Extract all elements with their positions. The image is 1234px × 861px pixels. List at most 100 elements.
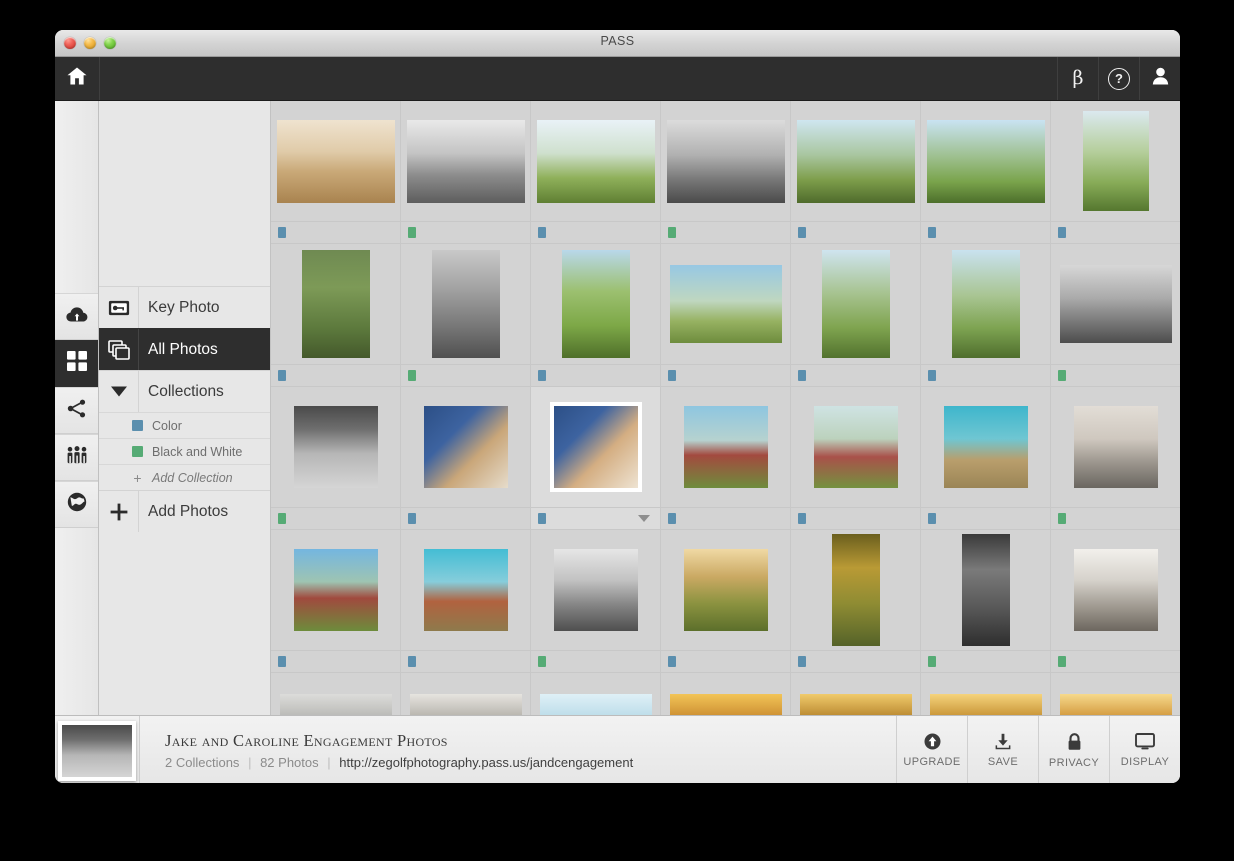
tag-black-and-white[interactable] [408, 227, 416, 238]
photo-cell[interactable] [271, 387, 401, 530]
photo-thumbnail[interactable] [943, 406, 1028, 488]
photo-cell[interactable] [531, 387, 661, 530]
privacy-button[interactable]: PRIVACY [1038, 716, 1109, 783]
collection-item-color[interactable]: Color [99, 412, 270, 438]
photo-cell[interactable] [1051, 244, 1180, 387]
photo-cell[interactable] [1051, 101, 1180, 244]
account-button[interactable] [1139, 57, 1180, 100]
gallery-thumbnail-wrap[interactable] [55, 716, 140, 783]
photo-cell[interactable] [271, 673, 401, 715]
tag-color[interactable] [278, 656, 286, 667]
rail-web-button[interactable] [55, 481, 98, 528]
photo-cell[interactable] [401, 673, 531, 715]
tag-color[interactable] [668, 513, 676, 524]
photo-thumbnail[interactable] [683, 549, 768, 631]
photo-thumbnail[interactable] [423, 406, 508, 488]
photo-cell[interactable] [401, 387, 531, 530]
tag-color[interactable] [668, 656, 676, 667]
rail-share-button[interactable] [55, 387, 98, 434]
photo-thumbnail[interactable] [813, 406, 898, 488]
photo-thumbnail[interactable] [669, 265, 782, 343]
photo-thumbnail[interactable] [293, 406, 378, 488]
upgrade-button[interactable]: UPGRADE [896, 716, 967, 783]
photo-cell[interactable] [921, 387, 1051, 530]
rail-grid-button[interactable] [55, 340, 98, 387]
tag-black-and-white[interactable] [668, 227, 676, 238]
photo-cell[interactable] [921, 244, 1051, 387]
tag-black-and-white[interactable] [1058, 513, 1066, 524]
home-button[interactable] [55, 57, 100, 100]
photo-thumbnail[interactable] [926, 119, 1045, 203]
photo-thumbnail[interactable] [799, 694, 912, 715]
collection-item-bw[interactable]: Black and White [99, 438, 270, 464]
photo-cell[interactable] [921, 101, 1051, 244]
tag-color[interactable] [668, 370, 676, 381]
photo-thumbnail[interactable] [1073, 406, 1158, 488]
photo-thumbnail[interactable] [796, 119, 915, 203]
photo-thumbnail[interactable] [553, 549, 638, 631]
tag-color[interactable] [278, 227, 286, 238]
photo-cell[interactable] [1051, 530, 1180, 673]
photo-cell[interactable] [791, 101, 921, 244]
photo-cell[interactable] [531, 673, 661, 715]
photo-cell[interactable] [1051, 387, 1180, 530]
add-photos-button[interactable]: Add Photos [99, 490, 270, 532]
tag-color[interactable] [798, 227, 806, 238]
photo-thumbnail[interactable] [409, 694, 522, 715]
photo-cell[interactable] [791, 387, 921, 530]
tag-color[interactable] [1058, 227, 1066, 238]
tag-color[interactable] [798, 656, 806, 667]
photo-thumbnail[interactable] [831, 534, 880, 646]
photo-thumbnail[interactable] [423, 549, 508, 631]
photo-thumbnail[interactable] [536, 119, 655, 203]
tag-black-and-white[interactable] [1058, 370, 1066, 381]
photo-cell[interactable] [401, 244, 531, 387]
photo-cell[interactable] [271, 530, 401, 673]
photo-grid-scroll-area[interactable] [271, 101, 1180, 715]
photo-thumbnail[interactable] [1073, 549, 1158, 631]
tag-black-and-white[interactable] [408, 370, 416, 381]
tag-color[interactable] [798, 513, 806, 524]
rail-upload-button[interactable] [55, 293, 98, 340]
tag-color[interactable] [928, 513, 936, 524]
photo-menu-caret-icon[interactable] [638, 515, 650, 522]
display-button[interactable]: DISPLAY [1109, 716, 1180, 783]
photo-cell[interactable] [791, 244, 921, 387]
help-button[interactable]: ? [1098, 57, 1139, 100]
tag-color[interactable] [538, 227, 546, 238]
rail-clients-button[interactable] [55, 434, 98, 481]
photo-cell[interactable] [661, 530, 791, 673]
photo-thumbnail[interactable] [279, 694, 392, 715]
sidebar-item-all-photos[interactable]: All Photos [99, 328, 270, 370]
photo-thumbnail[interactable] [553, 406, 638, 488]
photo-cell[interactable] [661, 101, 791, 244]
beta-button[interactable]: β [1057, 57, 1098, 100]
photo-thumbnail[interactable] [561, 250, 630, 358]
photo-cell[interactable] [401, 530, 531, 673]
photo-thumbnail[interactable] [276, 119, 395, 203]
tag-black-and-white[interactable] [928, 656, 936, 667]
photo-cell[interactable] [661, 387, 791, 530]
photo-thumbnail[interactable] [539, 694, 652, 715]
photo-cell[interactable] [271, 244, 401, 387]
photo-cell[interactable] [271, 101, 401, 244]
photo-cell[interactable] [921, 530, 1051, 673]
photo-cell[interactable] [661, 673, 791, 715]
photo-thumbnail[interactable] [951, 250, 1020, 358]
save-button[interactable]: SAVE [967, 716, 1038, 783]
photo-thumbnail[interactable] [1082, 111, 1149, 211]
photo-cell[interactable] [531, 244, 661, 387]
photo-thumbnail[interactable] [821, 250, 890, 358]
sidebar-item-key-photo[interactable]: Key Photo [99, 286, 270, 328]
sidebar-item-collections[interactable]: Collections [99, 370, 270, 412]
photo-thumbnail[interactable] [301, 250, 370, 358]
gallery-url[interactable]: http://zegolfphotography.pass.us/jandcen… [339, 755, 633, 770]
tag-color[interactable] [408, 513, 416, 524]
tag-color[interactable] [798, 370, 806, 381]
tag-color[interactable] [538, 370, 546, 381]
tag-color[interactable] [278, 370, 286, 381]
photo-thumbnail[interactable] [669, 694, 782, 715]
photo-cell[interactable] [401, 101, 531, 244]
tag-black-and-white[interactable] [538, 656, 546, 667]
photo-cell[interactable] [531, 530, 661, 673]
